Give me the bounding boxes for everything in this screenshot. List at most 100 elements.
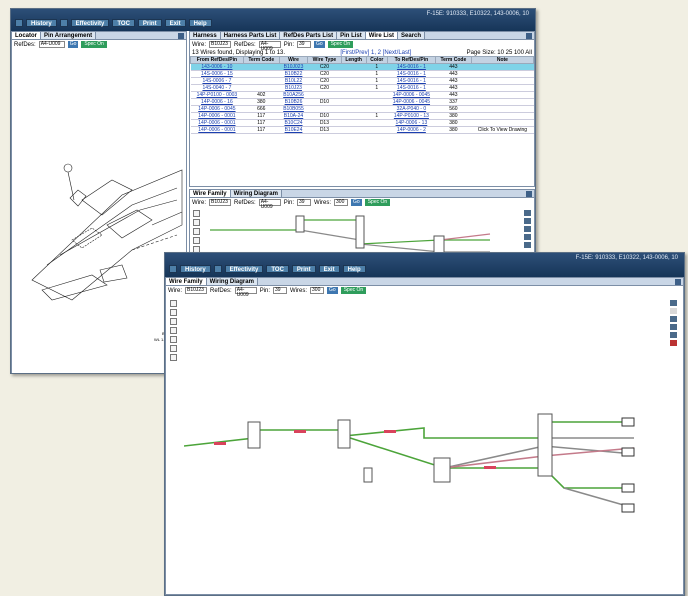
table-row[interactable]: 143-0006 - 10 B10J023 C20 1 14S-0016 - 1 443	[190, 63, 534, 71]
tab-wire-list[interactable]: Wire List	[365, 32, 399, 39]
toc-button[interactable]: TOC	[266, 265, 289, 273]
color-icon[interactable]	[524, 242, 531, 248]
nav-button[interactable]	[213, 265, 222, 273]
refdes-input[interactable]: A4-U009	[258, 41, 281, 52]
print-icon[interactable]	[170, 336, 177, 343]
table-cell[interactable]: B10A-24	[279, 112, 308, 120]
zoom-in-icon[interactable]	[170, 300, 177, 307]
exit-button[interactable]: Exit	[318, 265, 340, 273]
go-button[interactable]: Go	[351, 199, 362, 206]
history-button[interactable]: History	[180, 265, 211, 273]
help-button[interactable]: Help	[342, 265, 366, 273]
col-to[interactable]: To RefDes/Pin	[386, 56, 436, 64]
table-cell[interactable]: B10E24	[279, 126, 308, 134]
refdes-input[interactable]: A4-U009	[258, 199, 281, 210]
table-cell[interactable]: 14P-0006 - 0045	[387, 91, 436, 99]
grid-icon[interactable]	[670, 308, 677, 314]
pin-input[interactable]: 39	[297, 41, 312, 48]
tab-harness[interactable]: Harness	[190, 32, 221, 39]
table-cell[interactable]: 14P-P0100 - 13	[387, 112, 436, 120]
spec-on-button[interactable]: Spec On	[340, 287, 367, 294]
tab-wire-family[interactable]: Wire Family	[190, 190, 231, 197]
col-wire-type[interactable]: Wire Type	[307, 56, 342, 64]
refdes-input[interactable]: A4-U009	[38, 41, 65, 48]
table-row[interactable]: 14S-0040 - 7 B10J23 C20 1 14S-0016 - 1 443	[190, 84, 534, 92]
tab-pin-list[interactable]: Pin List	[337, 32, 366, 39]
select-icon[interactable]	[170, 327, 177, 334]
table-row[interactable]: 14P-0006 - 0045 666 B10B055 32A-P040 - 0 560	[190, 105, 534, 113]
close-icon[interactable]	[178, 33, 184, 39]
go-button[interactable]: Go	[67, 41, 79, 48]
col-color[interactable]: Color	[365, 56, 388, 64]
table-row[interactable]: 14P-0006 - 0001 117 B10A-24 D10 1 14P-P0100 -…	[190, 112, 534, 120]
table-row[interactable]: 14S-0006 - 7 B10L22 C20 1 14S-0016 - 1 443	[190, 77, 534, 85]
table-row[interactable]: 14P-0006 - 0001 117 B10C24 D13 14P-0006 - 13…	[190, 119, 534, 127]
table-row[interactable]: 14P-0006 - 16 380 B10B26 D10 14P-0006 - 0045…	[190, 98, 534, 106]
layer-icon[interactable]	[524, 226, 531, 232]
list-icon[interactable]	[670, 324, 677, 330]
exit-button[interactable]: Exit	[164, 19, 186, 27]
wire-input[interactable]: B10J23	[209, 41, 231, 48]
col-term-code[interactable]: Term Code	[242, 56, 280, 64]
zoom-fit-icon[interactable]	[193, 228, 200, 235]
zoom-out-icon[interactable]	[170, 309, 177, 316]
select-icon[interactable]	[193, 237, 200, 244]
tab-refdes-parts[interactable]: RefDes Parts List	[280, 32, 338, 39]
col-length[interactable]: Length	[340, 56, 367, 64]
table-cell[interactable]: 14P-0006 - 2	[387, 126, 436, 134]
pager[interactable]: [First/Prev] 1, 2 [Next/Last]	[340, 50, 411, 56]
table-cell[interactable]: B10C24	[279, 119, 308, 127]
wires-select[interactable]: 300	[334, 199, 349, 206]
table-cell[interactable]: 14P-0006 - 13	[387, 119, 436, 127]
table-row[interactable]: 14P-0006 - 0001 117 B10E24 D13 14P-0006 - 23…	[190, 126, 534, 134]
wire-input[interactable]: B10J23	[185, 287, 207, 294]
tab-harness-parts[interactable]: Harness Parts List	[220, 32, 281, 39]
spec-on-button[interactable]: Spec On	[327, 41, 354, 48]
nav-button[interactable]	[59, 19, 68, 27]
table-cell[interactable]: 32A-P040 - 0	[387, 105, 436, 113]
menu-button[interactable]	[15, 19, 23, 27]
table-cell[interactable]: 14S-0016 - 1	[387, 70, 436, 78]
table-row[interactable]: 14P-P0100 - 0003 402 B10A256 14P-0006 - 004…	[190, 91, 534, 99]
page-size[interactable]: Page Size: 10 25 100 All	[467, 50, 532, 56]
table-cell[interactable]: B10B26	[279, 98, 308, 106]
toc-button[interactable]: TOC	[112, 19, 135, 27]
refdes-input[interactable]: A4-U009	[234, 287, 257, 298]
tab-wire-family[interactable]: Wire Family	[166, 278, 207, 285]
table-row[interactable]: 14S-0006 - 15 B10B22 C20 1 14S-0016 - 1 443	[190, 70, 534, 78]
close-icon[interactable]	[526, 33, 532, 39]
col-note[interactable]: Note	[470, 56, 535, 64]
forward-icon[interactable]	[170, 354, 177, 361]
pan-icon[interactable]	[670, 300, 677, 306]
zoom-out-icon[interactable]	[193, 219, 200, 226]
col-wire[interactable]: Wire	[278, 56, 309, 64]
layer-icon[interactable]	[670, 316, 677, 322]
table-cell[interactable]: 14P-0006 - 0045	[387, 98, 436, 106]
col-term-code-2[interactable]: Term Code	[434, 56, 472, 64]
help-button[interactable]: Help	[188, 19, 212, 27]
close-icon[interactable]	[526, 191, 532, 197]
aircraft-drawing[interactable]: BS1091.0 WL 1.0 / BL 0.00	[12, 50, 186, 370]
table-cell[interactable]: B10A256	[279, 91, 308, 99]
history-button[interactable]: History	[26, 19, 57, 27]
tab-wiring-diagram[interactable]: Wiring Diagram	[206, 278, 258, 285]
go-button[interactable]: Go	[327, 287, 338, 294]
spec-on-button[interactable]: Spec On	[81, 41, 107, 48]
spec-on-button[interactable]: Spec On	[364, 199, 391, 206]
table-cell[interactable]: 14S-0016 - 1	[387, 63, 436, 71]
tab-locator[interactable]: Locator	[12, 32, 42, 39]
zoom-fit-icon[interactable]	[170, 318, 177, 325]
go-button[interactable]: Go	[314, 41, 325, 48]
wire-family-diagram-large[interactable]	[184, 318, 654, 578]
tab-wiring-diagram[interactable]: Wiring Diagram	[230, 190, 282, 197]
table-cell[interactable]: B10B055	[279, 105, 308, 113]
wire-input[interactable]: B10J23	[209, 199, 231, 206]
close-icon[interactable]	[675, 279, 681, 285]
table-cell[interactable]: 14S-0016 - 1	[387, 77, 436, 85]
table-cell[interactable]: B10J023	[279, 63, 308, 71]
back-icon[interactable]	[170, 345, 177, 352]
menu-button[interactable]	[169, 265, 177, 273]
table-cell[interactable]: B10L22	[279, 77, 308, 85]
zoom-in-icon[interactable]	[193, 210, 200, 217]
print-button[interactable]: Print	[291, 265, 316, 273]
